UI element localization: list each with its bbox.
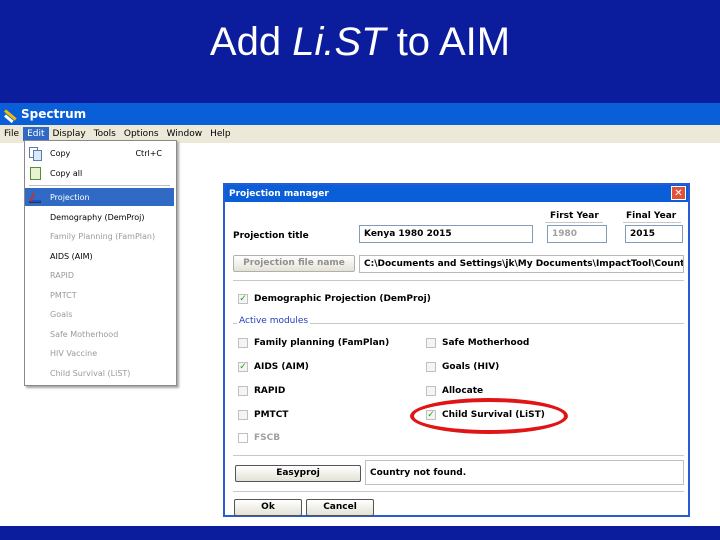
module-checkbox[interactable] bbox=[238, 338, 248, 348]
menu-item-label: RAPID bbox=[50, 270, 75, 280]
menu-item-pmtct[interactable]: PMTCT bbox=[25, 286, 174, 304]
menu-edit[interactable]: Edit bbox=[23, 127, 49, 141]
menu-item-family-planning[interactable]: Family Planning (FamPlan) bbox=[25, 227, 174, 245]
module-checkbox[interactable] bbox=[426, 338, 436, 348]
module-pmtct[interactable]: PMTCT bbox=[238, 408, 288, 422]
menu-item-label: Copy all bbox=[50, 168, 83, 178]
ok-button[interactable]: Ok bbox=[234, 499, 302, 516]
menu-item-label: PMTCT bbox=[50, 290, 77, 300]
menu-item-safe-motherhood[interactable]: Safe Motherhood bbox=[25, 325, 174, 343]
slide-title-prefix: Add bbox=[209, 20, 293, 64]
module-safe-motherhood[interactable]: Safe Motherhood bbox=[426, 336, 529, 350]
edit-menu: Copy Ctrl+C Copy all Projection Demograp… bbox=[24, 140, 177, 386]
menu-item-label: Safe Motherhood bbox=[50, 329, 119, 339]
menu-item-label: Copy bbox=[50, 148, 71, 158]
module-checkbox[interactable]: ✓ bbox=[238, 362, 248, 372]
menu-item-label: HIV Vaccine bbox=[50, 348, 98, 358]
module-checkbox[interactable] bbox=[426, 362, 436, 372]
module-checkbox[interactable] bbox=[238, 433, 248, 443]
module-family-planning[interactable]: Family planning (FamPlan) bbox=[238, 336, 389, 350]
menu-item-child-survival[interactable]: Child Survival (LiST) bbox=[25, 364, 174, 382]
checkbox-label: FSCB bbox=[254, 433, 281, 443]
checkbox-label: Safe Motherhood bbox=[442, 338, 530, 348]
menu-item-copy[interactable]: Copy Ctrl+C bbox=[25, 144, 174, 162]
menu-display[interactable]: Display bbox=[49, 127, 90, 141]
menu-item-label: AIDS (AIM) bbox=[50, 251, 93, 261]
module-checkbox[interactable] bbox=[238, 410, 248, 420]
checkbox-label: Allocate bbox=[442, 386, 484, 396]
module-aids[interactable]: ✓ AIDS (AIM) bbox=[238, 360, 309, 374]
app-titlebar: Spectrum bbox=[0, 103, 720, 125]
slide-title-suffix: to AIM bbox=[385, 20, 511, 64]
menu-item-label: Projection bbox=[50, 192, 90, 202]
easyproj-button[interactable]: Easyproj bbox=[235, 465, 361, 482]
final-year-input[interactable]: 2015 bbox=[625, 225, 683, 243]
active-modules-label: Active modules bbox=[237, 316, 311, 326]
checkbox-label: RAPID bbox=[254, 386, 286, 396]
first-year-input[interactable]: 1980 bbox=[547, 225, 607, 243]
menu-item-aids[interactable]: AIDS (AIM) bbox=[25, 247, 174, 265]
divider bbox=[623, 222, 681, 223]
menu-item-goals[interactable]: Goals bbox=[25, 305, 174, 323]
copy-icon bbox=[29, 147, 43, 161]
status-message: Country not found. bbox=[365, 460, 684, 485]
checkbox-label: Goals (HIV) bbox=[442, 362, 500, 372]
dialog-titlebar: Projection manager ✕ bbox=[225, 185, 688, 202]
cancel-button[interactable]: Cancel bbox=[306, 499, 374, 516]
slide-title: Add Li.ST to AIM bbox=[0, 20, 720, 65]
menu-item-rapid[interactable]: RAPID bbox=[25, 266, 174, 284]
projection-title-label: Projection title bbox=[233, 231, 309, 241]
dialog-title: Projection manager bbox=[229, 188, 329, 199]
menu-item-label: Family Planning (FamPlan) bbox=[50, 231, 156, 241]
checkbox-label: Family planning (FamPlan) bbox=[254, 338, 390, 348]
menu-tools[interactable]: Tools bbox=[90, 127, 120, 141]
module-goals[interactable]: Goals (HIV) bbox=[426, 360, 499, 374]
checkbox-label: Demographic Projection (DemProj) bbox=[254, 294, 431, 304]
slide-title-emph: Li.ST bbox=[292, 20, 386, 64]
projection-title-input[interactable]: Kenya 1980 2015 bbox=[359, 225, 533, 243]
menu-window[interactable]: Window bbox=[163, 127, 207, 141]
demproj-checkbox[interactable]: ✓ bbox=[238, 294, 248, 304]
divider bbox=[233, 455, 684, 456]
final-year-label: Final Year bbox=[626, 211, 677, 221]
divider bbox=[233, 280, 684, 281]
checkbox-label: PMTCT bbox=[254, 410, 289, 420]
module-fscb[interactable]: FSCB bbox=[238, 431, 280, 445]
divider bbox=[545, 222, 603, 223]
file-path-field: C:\Documents and Settings\jk\My Document… bbox=[359, 255, 684, 273]
paste-icon bbox=[29, 167, 43, 180]
menu-item-projection[interactable]: Projection bbox=[25, 188, 174, 206]
menu-file[interactable]: File bbox=[0, 127, 23, 141]
spectrum-logo-icon bbox=[4, 107, 18, 121]
menu-item-label: Child Survival (LiST) bbox=[50, 368, 131, 378]
menu-help[interactable]: Help bbox=[206, 127, 235, 141]
module-checkbox[interactable] bbox=[238, 386, 248, 396]
app-title: Spectrum bbox=[21, 107, 87, 121]
divider bbox=[233, 491, 684, 492]
module-allocate[interactable]: Allocate bbox=[426, 384, 483, 398]
projection-icon bbox=[29, 191, 43, 203]
module-rapid[interactable]: RAPID bbox=[238, 384, 285, 398]
menu-options[interactable]: Options bbox=[120, 127, 163, 141]
taskbar bbox=[0, 526, 720, 540]
projection-manager-dialog: Projection manager ✕ First Year Final Ye… bbox=[223, 183, 690, 517]
checkbox-label: AIDS (AIM) bbox=[254, 362, 309, 372]
menu-item-copy-all[interactable]: Copy all bbox=[25, 164, 174, 182]
annotation-ellipse bbox=[410, 398, 568, 434]
menu-item-shortcut: Ctrl+C bbox=[135, 148, 162, 158]
menu-item-hiv-vaccine[interactable]: HIV Vaccine bbox=[25, 344, 174, 362]
first-year-label: First Year bbox=[550, 211, 599, 221]
menu-item-demography[interactable]: Demography (DemProj) bbox=[25, 208, 174, 226]
demproj-checkbox-row[interactable]: ✓ Demographic Projection (DemProj) bbox=[238, 292, 431, 306]
menu-item-label: Goals bbox=[50, 309, 73, 319]
close-icon[interactable]: ✕ bbox=[671, 186, 686, 200]
menu-item-label: Demography (DemProj) bbox=[50, 212, 145, 222]
module-checkbox[interactable] bbox=[426, 386, 436, 396]
menu-separator bbox=[29, 185, 170, 186]
projection-file-name-button[interactable]: Projection file name bbox=[233, 255, 355, 272]
